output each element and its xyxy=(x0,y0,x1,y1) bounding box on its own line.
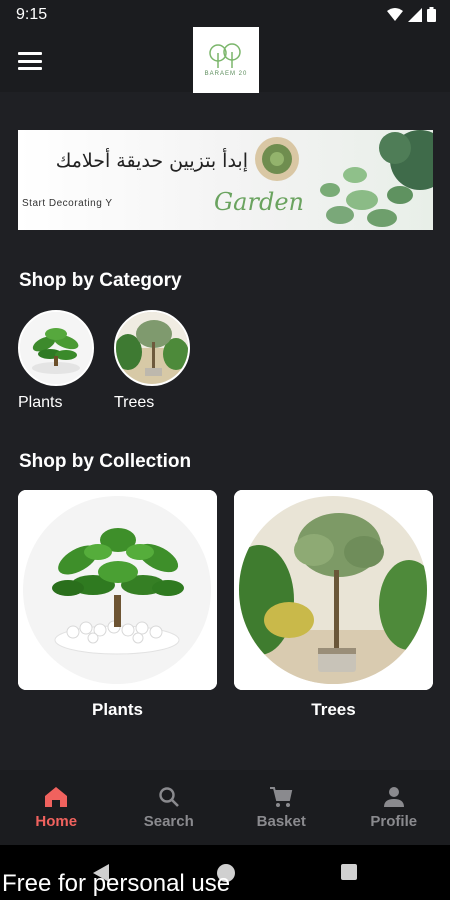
nav-home[interactable]: Home xyxy=(0,770,113,845)
collection-trees-image xyxy=(234,490,433,690)
nav-basket-label: Basket xyxy=(256,813,306,830)
logo-trees-icon xyxy=(209,43,241,68)
recents-icon[interactable] xyxy=(340,863,358,881)
status-icons xyxy=(387,7,436,22)
collection-plants-image xyxy=(18,490,217,690)
banner-arabic-text: إبدأ بتزيين حديقة أحلامك xyxy=(55,150,248,172)
nav-profile[interactable]: Profile xyxy=(338,770,450,845)
app-bar: BARAEM 20 xyxy=(0,27,450,93)
promo-banner[interactable]: إبدأ بتزيين حديقة أحلامك Start Decoratin… xyxy=(18,130,433,230)
category-trees-image[interactable] xyxy=(114,310,190,386)
nav-home-label: Home xyxy=(35,813,78,830)
status-bar: 9:15 xyxy=(0,0,450,30)
menu-icon[interactable] xyxy=(18,50,42,72)
watermark-text: Free for personal use xyxy=(2,870,231,897)
category-item-plants[interactable]: Plants xyxy=(18,310,94,412)
succulent-image xyxy=(320,130,433,227)
category-plants-label: Plants xyxy=(18,394,63,411)
battery-icon xyxy=(427,7,436,22)
wifi-icon xyxy=(387,7,403,21)
bottom-nav: Home Search Basket Profile xyxy=(0,770,450,845)
logo[interactable]: BARAEM 20 xyxy=(193,27,259,93)
cactus-pot-image xyxy=(255,137,299,181)
nav-search-label: Search xyxy=(143,813,194,830)
collection-section-title: Shop by Collection xyxy=(19,451,192,472)
home-icon xyxy=(45,787,68,807)
signal-icon xyxy=(408,7,422,22)
cart-icon xyxy=(270,787,293,807)
person-icon xyxy=(383,787,404,807)
category-trees-label: Trees xyxy=(114,394,155,411)
nav-profile-label: Profile xyxy=(370,813,418,830)
banner-english-text: Start Decorating Y xyxy=(22,198,113,209)
collection-card-trees[interactable] xyxy=(234,490,433,690)
search-icon xyxy=(159,787,179,807)
banner-script-text: Garden xyxy=(214,188,304,216)
status-time: 9:15 xyxy=(16,6,48,23)
collection-trees-label: Trees xyxy=(311,700,356,719)
category-section-title: Shop by Category xyxy=(19,270,182,291)
collection-card-plants[interactable] xyxy=(18,490,217,690)
category-plants-image[interactable] xyxy=(18,310,94,386)
logo-text: BARAEM 20 xyxy=(204,71,248,77)
collection-plants-label: Plants xyxy=(91,700,144,719)
nav-basket[interactable]: Basket xyxy=(225,770,338,845)
nav-search[interactable]: Search xyxy=(113,770,226,845)
category-item-trees[interactable]: Trees xyxy=(114,310,190,412)
